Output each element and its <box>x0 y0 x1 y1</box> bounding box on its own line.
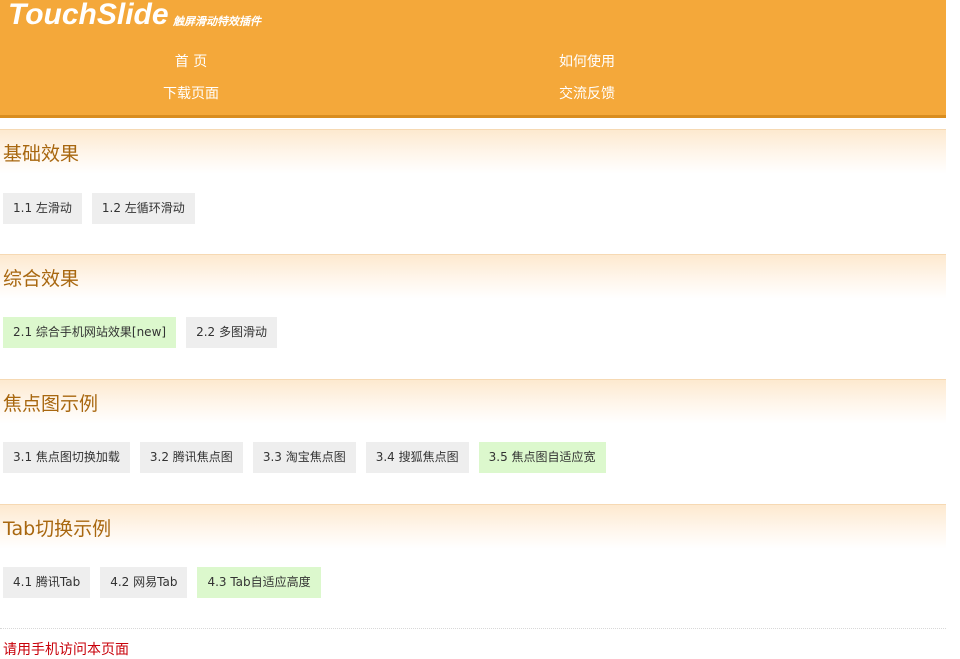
nav-how-to-use[interactable]: 如何使用 <box>559 51 615 71</box>
demo-button[interactable]: 3.5 焦点图自适应宽 <box>478 442 606 473</box>
section-title: 综合效果 <box>3 268 80 290</box>
nav-download[interactable]: 下载页面 <box>163 83 219 103</box>
button-group-basic: 1.1 左滑动 1.2 左循环滑动 <box>3 193 195 224</box>
footer-divider <box>0 628 946 629</box>
logo-subtitle: 触屏滑动特效插件 <box>173 15 261 28</box>
nav-home[interactable]: 首 页 <box>175 51 207 71</box>
section-header-focus: 焦点图示例 <box>0 379 946 424</box>
section-header-composite: 综合效果 <box>0 254 946 299</box>
demo-button[interactable]: 4.1 腾讯Tab <box>3 567 91 598</box>
demo-button[interactable]: 1.1 左滑动 <box>3 193 82 224</box>
logo[interactable]: TouchSlide <box>8 0 169 32</box>
demo-button[interactable]: 2.2 多图滑动 <box>186 317 277 348</box>
demo-button[interactable]: 4.3 Tab自适应高度 <box>197 567 321 598</box>
demo-button[interactable]: 2.1 综合手机网站效果[new] <box>3 317 177 348</box>
header: TouchSlide 触屏滑动特效插件 首 页 如何使用 下载页面 交流反馈 <box>0 0 946 118</box>
demo-button[interactable]: 4.2 网易Tab <box>100 567 188 598</box>
footer-notice: 请用手机访问本页面 <box>3 642 129 658</box>
demo-button[interactable]: 3.1 焦点图切换加载 <box>3 442 130 473</box>
section-header-tab: Tab切换示例 <box>0 504 946 549</box>
demo-button[interactable]: 3.3 淘宝焦点图 <box>252 442 356 473</box>
button-group-focus: 3.1 焦点图切换加载 3.2 腾讯焦点图 3.3 淘宝焦点图 3.4 搜狐焦点… <box>3 442 606 473</box>
section-title: Tab切换示例 <box>3 518 112 540</box>
nav-feedback[interactable]: 交流反馈 <box>559 83 615 103</box>
demo-button[interactable]: 3.4 搜狐焦点图 <box>365 442 469 473</box>
section-title: 基础效果 <box>3 143 80 165</box>
demo-button[interactable]: 3.2 腾讯焦点图 <box>139 442 243 473</box>
demo-button[interactable]: 1.2 左循环滑动 <box>91 193 195 224</box>
section-header-basic: 基础效果 <box>0 129 946 174</box>
button-group-tab: 4.1 腾讯Tab 4.2 网易Tab 4.3 Tab自适应高度 <box>3 567 321 598</box>
button-group-composite: 2.1 综合手机网站效果[new] 2.2 多图滑动 <box>3 317 277 348</box>
section-title: 焦点图示例 <box>3 393 99 415</box>
